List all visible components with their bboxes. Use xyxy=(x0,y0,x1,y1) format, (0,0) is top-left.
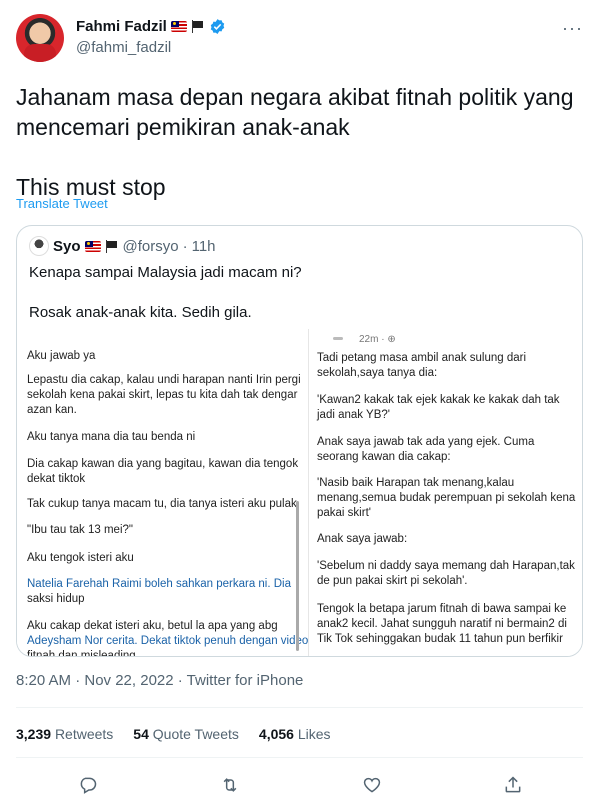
like-button[interactable] xyxy=(357,770,387,800)
retweet-button[interactable] xyxy=(215,770,245,800)
tweet-header: Fahmi Fadzil @fahmi_fadzil ··· xyxy=(16,14,583,64)
tweet-timestamp[interactable]: 8:20 AM · Nov 22, 2022 · Twitter for iPh… xyxy=(16,672,303,689)
shot-right-line: Anak saya jawab: xyxy=(317,533,408,545)
shot-right-line: de pun pakai skirt pi sekolah'. xyxy=(317,575,468,587)
tweet-actions xyxy=(16,770,583,800)
author-avatar[interactable] xyxy=(16,14,64,62)
shot-left-line: fitnah dan misleading xyxy=(27,650,136,657)
quoted-author-handle: @forsyo xyxy=(122,237,179,255)
shot-right-line: seorang kawan dia cakap: xyxy=(317,451,451,463)
quoted-tweet-image[interactable]: Aku jawab ya Lepastu dia cakap, kalau un… xyxy=(17,329,582,657)
shot-left-line: "Ibu tau tak 13 mei?" xyxy=(27,524,133,536)
quoted-author-name: Syo xyxy=(53,237,81,255)
quoted-author-avatar xyxy=(29,236,49,256)
shot-left-line: Aku cakap dekat isteri aku, betul la apa… xyxy=(27,620,278,632)
shot-left-line: dekat tiktok xyxy=(27,473,86,485)
author-handle[interactable]: @fahmi_fadzil xyxy=(76,39,171,56)
divider xyxy=(16,707,583,708)
shot-right-line: Tik Tok sehinggakan budak 11 tahun pun b… xyxy=(317,633,563,645)
shot-left-line: Aku tanya mana dia tau benda ni xyxy=(27,431,196,443)
likes-stat[interactable]: 4,056 Likes xyxy=(259,726,331,742)
likes-count: 4,056 xyxy=(258,726,294,742)
quoted-separator: · xyxy=(182,237,188,255)
shot-left-line: Dia cakap kawan dia yang bagitau, kawan … xyxy=(27,458,299,470)
quote-tweets-label: Quote Tweets xyxy=(152,726,239,742)
shot-right-line: Tengok la betapa jarum fitnah di bawa sa… xyxy=(317,603,567,615)
shot-right-time: 22m · ⊕ xyxy=(359,334,396,345)
shot-left-line: Aku jawab ya xyxy=(27,350,96,362)
shot-right-line: anak2 kecil. Jahat sungguh naratif ni be… xyxy=(317,618,567,630)
shot-right-line: Anak saya jawab tak ada yang ejek. Cuma xyxy=(317,436,535,448)
shot-right-line: 'Nasib baik Harapan tak menang,kalau xyxy=(317,477,515,489)
screenshot-marker xyxy=(333,337,343,340)
share-icon xyxy=(505,776,521,793)
tweet-text: Jahanam masa depan negara akibat fitnah … xyxy=(16,84,574,200)
shot-left-line: sekolah kena pakai skirt, lepas tu kita … xyxy=(27,389,298,401)
retweet-icon xyxy=(223,778,237,792)
divider xyxy=(16,757,583,758)
retweets-label: Retweets xyxy=(54,726,114,742)
shot-left-line: saksi hidup xyxy=(27,593,85,605)
shot-left-line: Adeysham Nor cerita. Dekat tiktok penuh … xyxy=(27,635,309,647)
black-flag-icon xyxy=(105,239,119,253)
retweets-count: 3,239 xyxy=(16,726,52,742)
likes-label: Likes xyxy=(297,726,331,742)
malaysia-flag-icon xyxy=(84,240,101,252)
retweets-stat[interactable]: 3,239 Retweets xyxy=(16,726,113,742)
shot-left-line: Lepastu dia cakap, kalau undi harapan na… xyxy=(27,374,301,386)
shot-right-line: sekolah,saya tanya dia: xyxy=(317,367,438,379)
quote-tweets-stat[interactable]: 54 Quote Tweets xyxy=(133,726,239,742)
shot-left-line: azan kan. xyxy=(27,404,77,416)
author-name-row[interactable]: Fahmi Fadzil xyxy=(76,18,226,35)
shot-left-line: Aku tengok isteri aku xyxy=(27,552,134,564)
verified-icon xyxy=(210,19,225,34)
shot-right-line: pakai skirt' xyxy=(317,507,371,519)
reply-icon xyxy=(80,777,97,794)
more-icon[interactable]: ··· xyxy=(562,18,583,39)
reply-button[interactable] xyxy=(73,770,103,800)
like-icon xyxy=(363,777,381,793)
shot-right-line: Tadi petang masa ambil anak sulung dari xyxy=(317,352,527,364)
quoted-tweet[interactable]: Syo @forsyo · 11h Kenapa sampai Malaysia… xyxy=(16,225,583,657)
author-display-name[interactable]: Fahmi Fadzil xyxy=(76,18,167,35)
translate-tweet-link[interactable]: Translate Tweet xyxy=(16,196,108,211)
quoted-time: 11h xyxy=(191,237,216,255)
black-flag-icon xyxy=(191,20,205,33)
quoted-tweet-text: Kenapa sampai Malaysia jadi macam ni? Ro… xyxy=(29,264,302,321)
shot-right-line: jadi anak YB?' xyxy=(317,409,390,421)
share-button[interactable] xyxy=(498,770,528,800)
shot-left-line: Tak cukup tanya macam tu, dia tanya iste… xyxy=(27,498,297,510)
shot-right-line: 'Kawan2 kakak tak ejek kakak ke kakak da… xyxy=(317,394,560,406)
tweet-stats: 3,239 Retweets 54 Quote Tweets 4,056 Lik… xyxy=(16,726,331,742)
shot-right-line: 'Sebelum ni daddy saya memang dah Harapa… xyxy=(317,560,575,572)
screenshot-right-panel: 22m · ⊕ Tadi petang masa ambil anak sulu… xyxy=(309,329,582,656)
screenshot-left-panel: Aku jawab ya Lepastu dia cakap, kalau un… xyxy=(17,329,309,657)
quoted-tweet-header: Syo @forsyo · 11h xyxy=(29,236,216,256)
shot-right-line: menang,semua budak perempuan pi sekolah … xyxy=(317,492,576,504)
malaysia-flag-icon xyxy=(170,21,187,32)
shot-left-line: Natelia Farehah Raimi boleh sahkan perka… xyxy=(27,578,292,590)
quote-tweets-count: 54 xyxy=(133,726,149,742)
screenshot-scrollbar xyxy=(296,501,299,651)
